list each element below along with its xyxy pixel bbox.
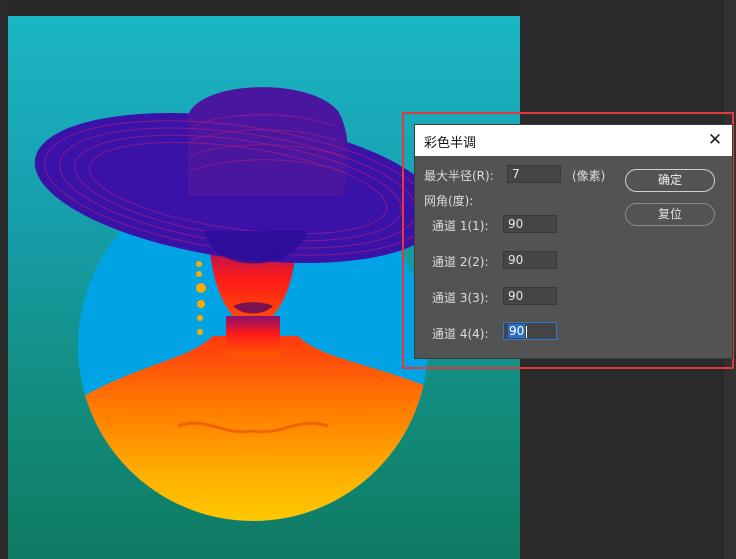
channel-4-input[interactable]: 90 [503, 322, 557, 340]
color-halftone-dialog: 彩色半调 ✕ 最大半径(R): 7 (像素) 网角(度): 通道 1(1): 9… [415, 125, 732, 358]
max-radius-input[interactable]: 7 [507, 165, 561, 183]
channel-1-label: 通道 1(1): [432, 219, 489, 233]
selected-text: 90 [508, 324, 526, 338]
channel-1-input[interactable]: 90 [503, 215, 557, 233]
channel-2-input[interactable]: 90 [503, 251, 557, 269]
max-radius-label: 最大半径(R): [424, 169, 494, 183]
close-icon[interactable]: ✕ [704, 129, 726, 151]
channel-2-label: 通道 2(2): [432, 255, 489, 269]
channel-4-label: 通道 4(4): [432, 327, 489, 341]
pixel-unit-label: (像素) [572, 169, 606, 183]
channel-3-input[interactable]: 90 [503, 287, 557, 305]
canvas-margin [0, 0, 8, 559]
dialog-title: 彩色半调 [424, 136, 477, 151]
reset-button[interactable]: 复位 [625, 203, 715, 226]
ok-button[interactable]: 确定 [625, 169, 715, 192]
text-caret [526, 325, 528, 338]
channel-3-label: 通道 3(3): [432, 291, 489, 305]
screen-angles-label: 网角(度): [424, 194, 474, 208]
dialog-titlebar: 彩色半调 ✕ [415, 125, 732, 156]
